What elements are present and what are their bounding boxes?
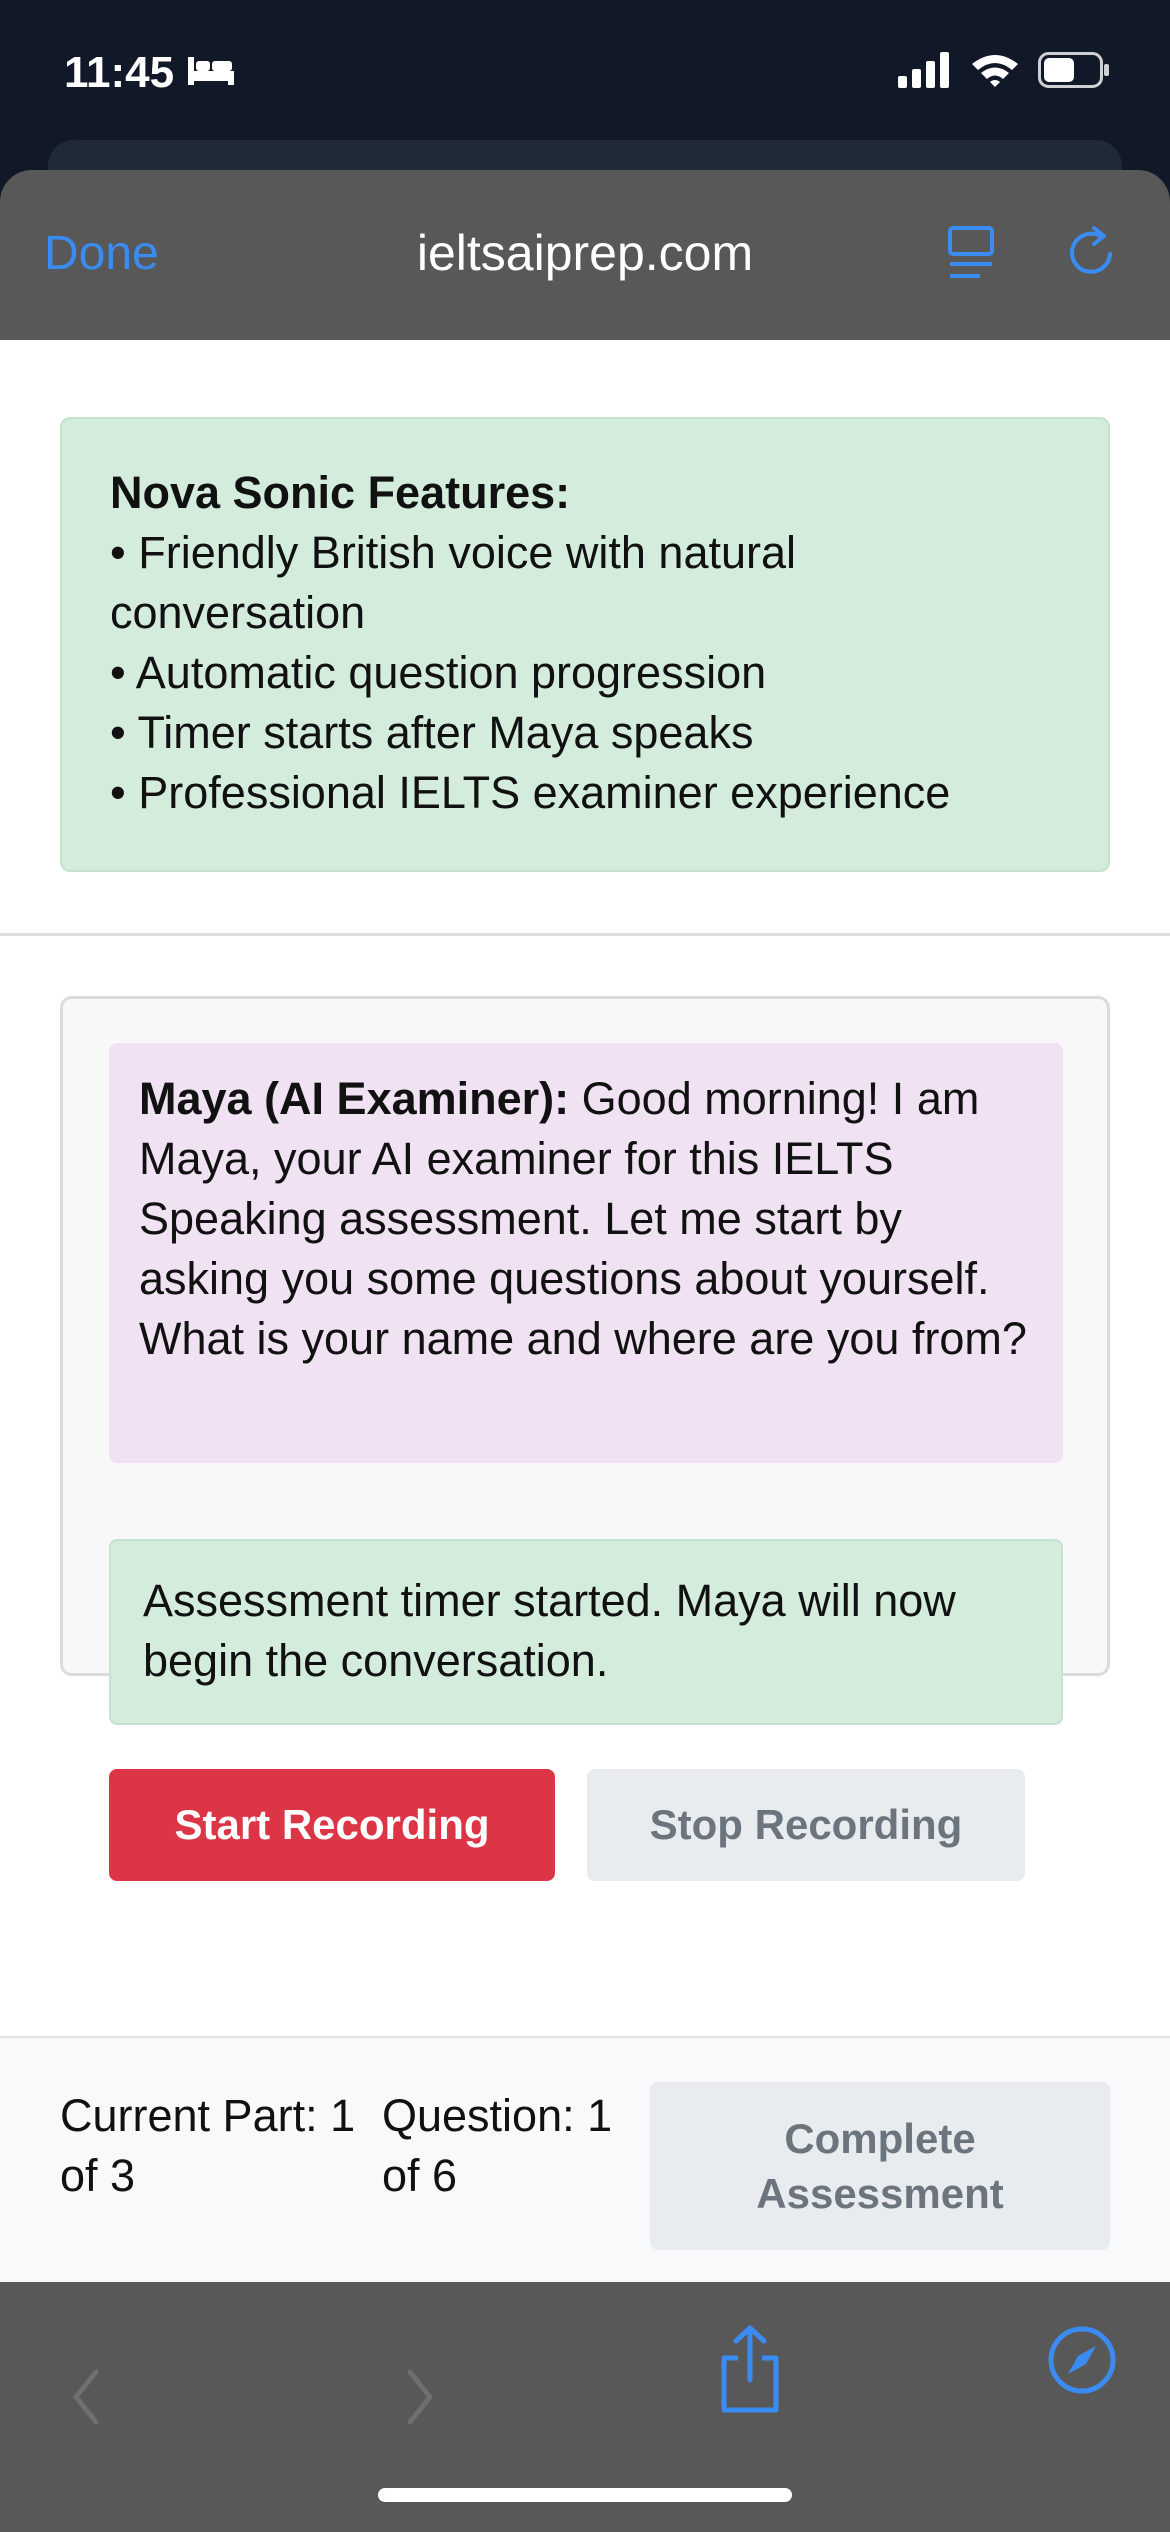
- feature-item: • Timer starts after Maya speaks: [110, 707, 754, 758]
- complete-assessment-button[interactable]: Complete Assessment: [650, 2082, 1110, 2250]
- features-title: Nova Sonic Features:: [110, 467, 571, 518]
- share-icon[interactable]: [716, 2324, 784, 2419]
- chevron-right-icon[interactable]: [400, 2362, 440, 2437]
- reload-icon[interactable]: [1064, 222, 1120, 287]
- current-part-text: Current Part: 1 of 3: [60, 2090, 356, 2201]
- start-recording-button[interactable]: Start Recording: [109, 1769, 555, 1881]
- wifi-icon: [970, 52, 1020, 93]
- chevron-left-icon[interactable]: [66, 2362, 106, 2437]
- question-progress-text: Question: 1 of 6: [382, 2090, 613, 2201]
- examiner-message: Maya (AI Examiner): Good morning! I am M…: [109, 1043, 1063, 1463]
- clock-text: 11:45: [64, 48, 175, 97]
- reader-mode-icon[interactable]: [946, 222, 998, 287]
- progress-footer: Current Part: 1 of 3 Question: 1 of 6 Co…: [0, 2036, 1170, 2282]
- status-time: 11:45: [64, 48, 236, 98]
- cellular-signal-icon: [898, 52, 952, 93]
- feature-item: • Professional IELTS examiner experience: [110, 767, 951, 818]
- speaker-name: Maya (AI Examiner):: [139, 1073, 570, 1124]
- home-indicator: [378, 2488, 792, 2502]
- stop-recording-button[interactable]: Stop Recording: [587, 1769, 1025, 1881]
- feature-item: • Friendly British voice with natural co…: [110, 527, 797, 638]
- conversation-card: Maya (AI Examiner): Good morning! I am M…: [60, 996, 1110, 1881]
- page-content: Nova Sonic Features: • Friendly British …: [0, 340, 1170, 2282]
- section-divider: [0, 933, 1170, 936]
- battery-icon: [1038, 52, 1110, 93]
- status-message: Assessment timer started. Maya will now …: [109, 1539, 1063, 1725]
- feature-item: • Automatic question progression: [110, 647, 767, 698]
- bed-icon: [186, 48, 236, 98]
- compass-icon[interactable]: [1046, 2324, 1118, 2401]
- features-box: Nova Sonic Features: • Friendly British …: [60, 417, 1110, 872]
